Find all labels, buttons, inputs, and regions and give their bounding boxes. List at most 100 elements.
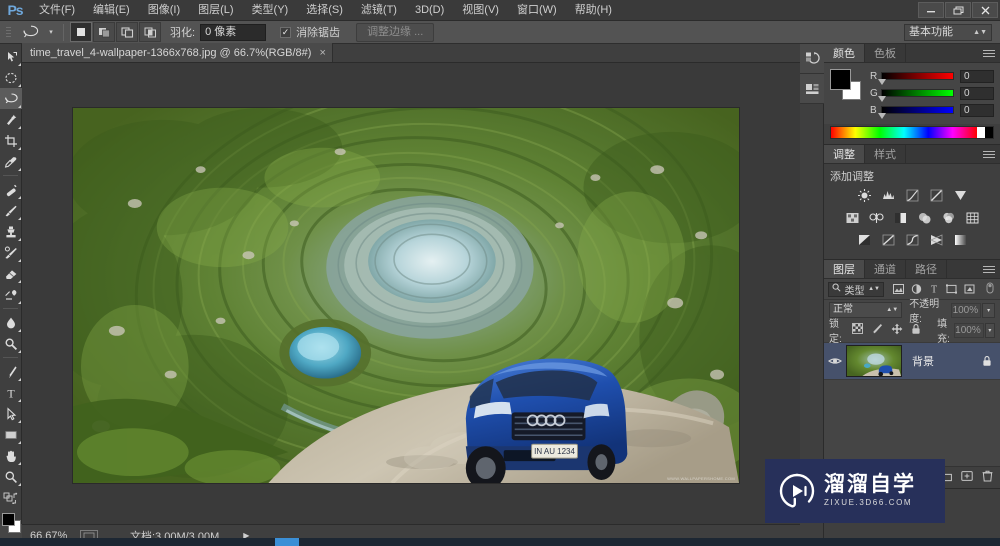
add-to-selection-button[interactable]	[93, 22, 115, 42]
history-brush-tool[interactable]	[0, 242, 22, 263]
restore-button[interactable]	[945, 2, 971, 18]
crop-tool[interactable]	[0, 130, 22, 151]
curves-icon[interactable]	[903, 187, 922, 204]
photo-filter-icon[interactable]	[915, 209, 934, 226]
zoom-tool[interactable]	[0, 466, 22, 487]
healing-brush-tool[interactable]	[0, 179, 22, 200]
layer-locked-icon[interactable]	[974, 355, 1000, 367]
slider-track-r[interactable]	[881, 72, 954, 80]
close-document-icon[interactable]: ×	[319, 47, 325, 59]
tool-preset-chevron-icon[interactable]: ▾	[45, 22, 57, 42]
menu-type[interactable]: 类型(Y)	[243, 0, 298, 21]
swap-colors-icon[interactable]	[0, 487, 22, 508]
menu-filter[interactable]: 滤镜(T)	[352, 0, 406, 21]
subtract-from-selection-button[interactable]	[116, 22, 138, 42]
filter-pixel-icon[interactable]	[893, 284, 904, 294]
spectrum-white-swatch[interactable]	[977, 127, 985, 138]
spectrum-gradient[interactable]	[831, 127, 977, 138]
menu-select[interactable]: 选择(S)	[297, 0, 352, 21]
brush-tool[interactable]	[0, 200, 22, 221]
lock-all-icon[interactable]	[911, 323, 921, 338]
document-tab[interactable]: time_travel_4-wallpaper-1366x768.jpg @ 6…	[22, 43, 333, 62]
fill-chevron-icon[interactable]: ▾	[985, 323, 995, 338]
layer-filter-toggle[interactable]	[984, 282, 996, 297]
menu-layer[interactable]: 图层(L)	[189, 0, 242, 21]
antialias-checkbox-box[interactable]: ✓	[280, 27, 291, 38]
hue-saturation-icon[interactable]	[843, 209, 862, 226]
intersect-selection-button[interactable]	[139, 22, 161, 42]
color-spectrum-ramp[interactable]	[830, 126, 994, 139]
adjustments-panel-menu-icon[interactable]	[983, 149, 995, 160]
opacity-chevron-icon[interactable]: ▾	[982, 303, 995, 318]
lock-image-pixels-icon[interactable]	[871, 323, 883, 337]
type-tool[interactable]: T	[0, 382, 22, 403]
channel-value-r[interactable]: 0	[960, 70, 994, 83]
channel-mixer-icon[interactable]	[939, 209, 958, 226]
properties-panel-icon[interactable]	[800, 74, 824, 104]
antialias-checkbox[interactable]: ✓ 消除锯齿	[280, 24, 340, 40]
new-selection-button[interactable]	[70, 22, 92, 42]
layer-name[interactable]: 背景	[902, 353, 974, 369]
pen-tool[interactable]	[0, 361, 22, 382]
slider-thumb-b[interactable]	[878, 113, 886, 119]
tab-color[interactable]: 颜色	[824, 44, 865, 62]
gradient-tool[interactable]	[0, 284, 22, 305]
eraser-tool[interactable]	[0, 263, 22, 284]
filter-shape-icon[interactable]	[946, 284, 957, 294]
menu-window[interactable]: 窗口(W)	[508, 0, 566, 21]
menu-help[interactable]: 帮助(H)	[566, 0, 621, 21]
history-panel-icon[interactable]	[800, 44, 824, 74]
hand-tool[interactable]	[0, 445, 22, 466]
lock-transparent-pixels-icon[interactable]	[852, 323, 863, 337]
selective-color-icon[interactable]	[951, 231, 970, 248]
posterize-icon[interactable]	[879, 231, 898, 248]
slider-track-b[interactable]	[881, 106, 954, 114]
channel-value-b[interactable]: 0	[960, 104, 994, 117]
tab-channels[interactable]: 通道	[865, 260, 906, 278]
color-lookup-icon[interactable]	[963, 209, 982, 226]
fill-value[interactable]: 100%	[954, 323, 984, 338]
move-tool[interactable]	[0, 46, 22, 67]
menu-edit[interactable]: 编辑(E)	[84, 0, 139, 21]
menu-file[interactable]: 文件(F)	[30, 0, 84, 21]
threshold-icon[interactable]	[903, 231, 922, 248]
color-balance-icon[interactable]	[867, 209, 886, 226]
table-row[interactable]: 背景	[824, 342, 1000, 380]
menu-view[interactable]: 视图(V)	[453, 0, 508, 21]
filter-smart-icon[interactable]	[964, 284, 975, 294]
eyedropper-tool[interactable]	[0, 151, 22, 172]
tab-layers[interactable]: 图层	[824, 260, 865, 278]
tab-styles[interactable]: 样式	[865, 145, 906, 163]
dodge-tool[interactable]	[0, 333, 22, 354]
slider-thumb-r[interactable]	[878, 79, 886, 85]
vibrance-icon[interactable]	[951, 187, 970, 204]
menu-3d[interactable]: 3D(D)	[406, 0, 453, 21]
new-layer-icon[interactable]	[961, 470, 973, 485]
black-white-icon[interactable]	[891, 209, 910, 226]
rectangle-tool[interactable]	[0, 424, 22, 445]
minimize-button[interactable]	[918, 2, 944, 18]
layer-filter-type-select[interactable]: 类型 ▲▼	[828, 282, 884, 297]
opacity-value[interactable]: 100%	[951, 303, 981, 318]
invert-icon[interactable]	[855, 231, 874, 248]
lasso-tool-preset-icon[interactable]	[17, 22, 45, 42]
slider-track-g[interactable]	[881, 89, 954, 97]
color-swatches[interactable]	[0, 512, 22, 536]
delete-layer-icon[interactable]	[982, 470, 993, 485]
document-image[interactable]: IN AU 1234 WWW.WALLPAPERSHOME.COM	[72, 107, 740, 484]
exposure-icon[interactable]	[927, 187, 946, 204]
levels-icon[interactable]	[879, 187, 898, 204]
layer-thumbnail[interactable]	[846, 345, 902, 377]
tab-swatches[interactable]: 色板	[865, 44, 906, 62]
clone-stamp-tool[interactable]	[0, 221, 22, 242]
layer-visibility-icon[interactable]	[824, 356, 846, 366]
quick-selection-tool[interactable]	[0, 109, 22, 130]
spectrum-black-swatch[interactable]	[985, 127, 993, 138]
refine-edge-button[interactable]: 调整边缘 ...	[356, 23, 434, 42]
lasso-tool[interactable]	[0, 88, 22, 109]
taskbar-active-item[interactable]	[275, 538, 299, 546]
lock-position-icon[interactable]	[891, 323, 903, 338]
color-panel-menu-icon[interactable]	[983, 48, 995, 59]
slider-thumb-g[interactable]	[878, 96, 886, 102]
filter-type-icon[interactable]: T	[929, 284, 939, 294]
